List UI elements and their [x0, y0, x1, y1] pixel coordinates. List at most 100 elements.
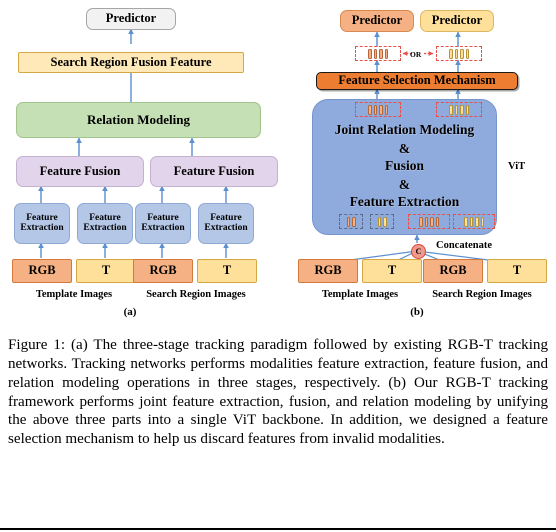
vit-line-amp-2: &	[398, 177, 411, 192]
token	[384, 104, 388, 115]
panel-b-modality-box-rgb-search[interactable]: RGB	[423, 259, 483, 283]
token	[430, 216, 434, 227]
feature-extraction-box-2[interactable]: Feature Extraction	[77, 203, 133, 244]
token	[424, 216, 428, 227]
token	[368, 104, 372, 115]
feature-extraction-line1: Feature	[26, 212, 58, 223]
token	[368, 48, 372, 59]
vit-line-amp-1: &	[398, 141, 411, 156]
token	[460, 48, 464, 59]
token	[449, 104, 453, 115]
panel-a-modality-box-t-search[interactable]: T	[197, 259, 257, 283]
panel-a-modality-box-rgb-search[interactable]: RGB	[133, 259, 193, 283]
panel-a-modality-box-t-template[interactable]: T	[76, 259, 136, 283]
token	[480, 216, 484, 227]
feature-extraction-line2: Extraction	[204, 222, 248, 233]
feature-fusion-box-left[interactable]: Feature Fusion	[16, 156, 144, 187]
token	[373, 104, 377, 115]
search-region-fusion-feature-box[interactable]: Search Region Fusion Feature	[18, 52, 244, 73]
token	[379, 48, 383, 59]
search-region-fusion-feature-label: Search Region Fusion Feature	[50, 54, 212, 69]
modality-label: RGB	[439, 263, 467, 278]
panel-b-predictor-box-rgb[interactable]: Predictor	[340, 10, 414, 32]
panel-b-predictor-label-rgb: Predictor	[351, 13, 403, 28]
figure-container: Predictor Search Region Fusion Feature R…	[0, 0, 556, 532]
concatenate-symbol: C	[415, 247, 422, 256]
token	[469, 216, 473, 227]
diagrams-area: Predictor Search Region Fusion Feature R…	[0, 0, 556, 318]
panel-b-template-images-label: Template Images	[321, 289, 399, 300]
concatenate-label: Concatenate	[436, 240, 492, 251]
panel-b-modality-box-t-template[interactable]: T	[362, 259, 422, 283]
modality-label: T	[101, 263, 111, 278]
feature-extraction-line1: Feature	[89, 212, 121, 223]
panel-a-template-images-label: Template Images	[35, 289, 113, 300]
token	[460, 104, 464, 115]
token	[465, 48, 469, 59]
feature-extraction-line2: Extraction	[20, 222, 64, 233]
vit-line-joint-relation-modeling: Joint Relation Modeling	[334, 122, 475, 137]
token	[419, 216, 423, 227]
feature-extraction-line2: Extraction	[141, 222, 185, 233]
panel-a-search-region-images-label: Search Region Images	[146, 289, 246, 300]
concatenate-node[interactable]: C	[411, 244, 426, 259]
panel-a-modality-box-rgb-template[interactable]: RGB	[12, 259, 72, 283]
bottom-rule	[0, 528, 556, 530]
modality-label: RGB	[28, 263, 56, 278]
panel-b-predictor-label-t: Predictor	[431, 13, 483, 28]
token	[346, 216, 350, 227]
figure-caption: Figure 1: (a) The three-stage tracking p…	[8, 337, 548, 448]
token	[383, 216, 387, 227]
feature-extraction-line1: Feature	[147, 212, 179, 223]
token	[465, 104, 469, 115]
feature-selection-mechanism-box[interactable]: Feature Selection Mechanism	[316, 72, 518, 90]
panel-b-modality-box-rgb-template[interactable]: RGB	[298, 259, 358, 283]
token	[373, 48, 377, 59]
modality-label: T	[387, 263, 397, 278]
panel-b-modality-box-t-search[interactable]: T	[487, 259, 547, 283]
token	[435, 216, 439, 227]
token-group-template-rgb	[339, 214, 363, 229]
token-group-mid-left	[355, 102, 401, 117]
feature-extraction-box-4[interactable]: Feature Extraction	[198, 203, 254, 244]
or-label: OR	[410, 50, 422, 59]
panel-a-predictor-box[interactable]: Predictor	[86, 8, 176, 30]
token	[475, 216, 479, 227]
feature-extraction-line1: Feature	[210, 212, 242, 223]
token	[379, 104, 383, 115]
relation-modeling-label: Relation Modeling	[87, 112, 190, 128]
token	[454, 104, 458, 115]
token	[464, 216, 468, 227]
feature-extraction-line2: Extraction	[83, 222, 127, 233]
modality-label: T	[222, 263, 232, 278]
token	[352, 216, 356, 227]
vit-label: ViT	[508, 161, 526, 172]
feature-fusion-label-right: Feature Fusion	[173, 163, 255, 178]
feature-fusion-box-right[interactable]: Feature Fusion	[150, 156, 278, 187]
modality-label: T	[512, 263, 522, 278]
token	[454, 48, 458, 59]
vit-line-feature-extraction: Feature Extraction	[349, 194, 460, 209]
token-group-template-t	[370, 214, 394, 229]
token-group-search-t	[453, 214, 495, 229]
panel-b-search-region-images-label: Search Region Images	[432, 289, 532, 300]
feature-extraction-box-1[interactable]: Feature Extraction	[14, 203, 70, 244]
feature-fusion-label-left: Feature Fusion	[39, 163, 121, 178]
feature-selection-mechanism-label: Feature Selection Mechanism	[338, 73, 496, 88]
token-group-or-left	[355, 46, 401, 61]
token-group-mid-right	[436, 102, 482, 117]
panel-b-letter: (b)	[410, 306, 424, 318]
token-group-or-right	[436, 46, 482, 61]
token	[449, 48, 453, 59]
feature-extraction-box-3[interactable]: Feature Extraction	[135, 203, 191, 244]
panel-a-letter: (a)	[123, 306, 137, 318]
relation-modeling-box[interactable]: Relation Modeling	[16, 102, 261, 138]
modality-label: RGB	[149, 263, 177, 278]
token	[377, 216, 381, 227]
modality-label: RGB	[314, 263, 342, 278]
token	[384, 48, 388, 59]
panel-b-predictor-box-t[interactable]: Predictor	[420, 10, 494, 32]
vit-line-fusion: Fusion	[384, 158, 425, 173]
panel-a-predictor-label: Predictor	[105, 11, 157, 26]
token-group-search-rgb	[408, 214, 450, 229]
